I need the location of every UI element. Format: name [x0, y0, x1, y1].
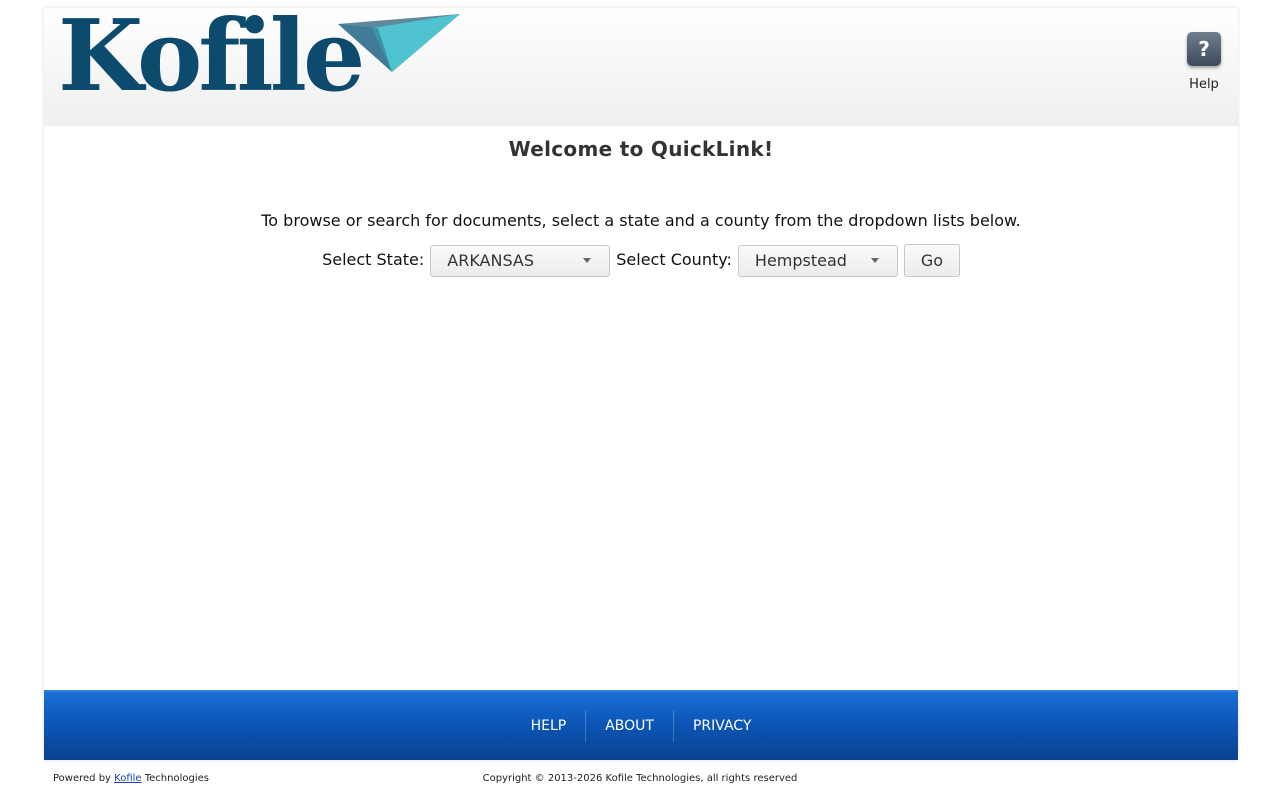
instructions-text: To browse or search for documents, selec… [261, 211, 1021, 230]
state-selected-value: ARKANSAS [447, 251, 535, 270]
county-selected-value: Hempstead [754, 251, 847, 270]
chevron-down-icon [870, 258, 879, 263]
logo-wordmark: Kofile [58, 0, 365, 114]
county-label: Select County: [616, 249, 732, 269]
state-label: Select State: [322, 249, 425, 269]
header: Kofile ? Help [44, 8, 1238, 126]
copyright-text: Copyright © 2013-2026 Kofile Technologie… [482, 773, 798, 784]
app-frame: Kofile ? Help Welcome to QuickLink! To b… [44, 8, 1238, 760]
help-label: Help [1189, 77, 1219, 92]
chevron-down-icon [583, 258, 592, 263]
location-selectors: Select State: ARKANSAS Select County: He… [44, 244, 1238, 277]
state-dropdown[interactable]: ARKANSAS [430, 244, 611, 277]
paper-plane-icon [338, 14, 460, 72]
main-content: Welcome to QuickLink! To browse or searc… [44, 126, 1238, 277]
footer-link-privacy[interactable]: PRIVACY [674, 718, 770, 734]
footer-link-help[interactable]: HELP [512, 718, 586, 734]
kofile-logo[interactable]: Kofile [58, 8, 460, 118]
county-dropdown[interactable]: Hempstead [737, 244, 898, 277]
help-button[interactable]: ? Help [1182, 32, 1226, 92]
help-question-icon: ? [1187, 32, 1221, 66]
footer-nav: HELP ABOUT PRIVACY [44, 690, 1238, 760]
page-title: Welcome to QuickLink! [508, 137, 774, 161]
page: Kofile ? Help Welcome to QuickLink! To b… [0, 0, 1280, 800]
footer-link-about[interactable]: ABOUT [586, 718, 673, 734]
go-button[interactable]: Go [903, 244, 960, 277]
